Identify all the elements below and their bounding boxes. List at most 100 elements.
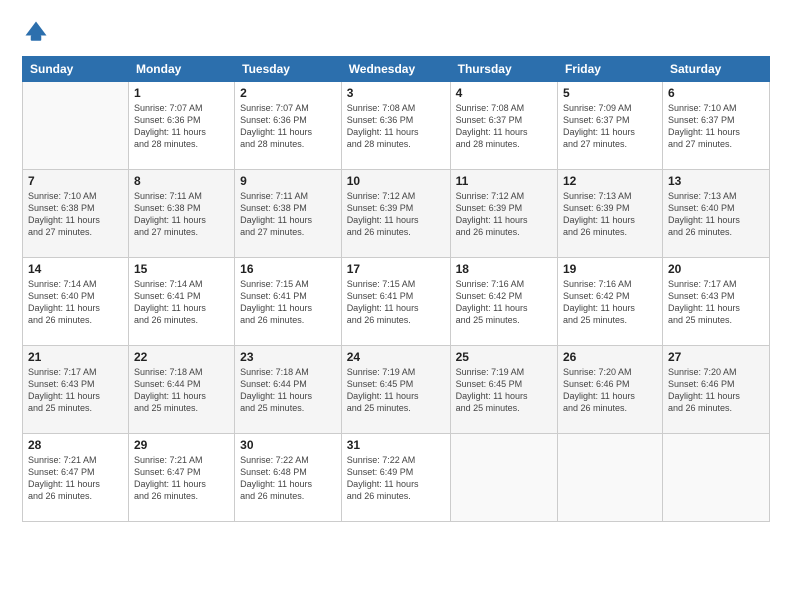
- day-number: 23: [240, 350, 336, 364]
- day-info: Sunrise: 7:22 AM Sunset: 6:49 PM Dayligh…: [347, 454, 445, 503]
- calendar-cell: 27 Sunrise: 7:20 AM Sunset: 6:46 PM Dayli…: [662, 346, 769, 434]
- calendar-cell: 2 Sunrise: 7:07 AM Sunset: 6:36 PM Daylig…: [235, 82, 342, 170]
- calendar-cell: 13 Sunrise: 7:13 AM Sunset: 6:40 PM Dayli…: [662, 170, 769, 258]
- day-info: Sunrise: 7:22 AM Sunset: 6:48 PM Dayligh…: [240, 454, 336, 503]
- calendar-cell: 24 Sunrise: 7:19 AM Sunset: 6:45 PM Dayli…: [341, 346, 450, 434]
- calendar-cell: 23 Sunrise: 7:18 AM Sunset: 6:44 PM Dayli…: [235, 346, 342, 434]
- calendar-header-tuesday: Tuesday: [235, 57, 342, 82]
- calendar-cell: 5Sunrise: 7:09 AM Sunset: 6:37 PM Daylig…: [557, 82, 662, 170]
- calendar-header-saturday: Saturday: [662, 57, 769, 82]
- day-number: 6: [668, 86, 764, 100]
- calendar-cell: 17 Sunrise: 7:15 AM Sunset: 6:41 PM Dayli…: [341, 258, 450, 346]
- day-number: 13: [668, 174, 764, 188]
- day-number: 16: [240, 262, 336, 276]
- day-info: Sunrise: 7:08 AM Sunset: 6:37 PM Dayligh…: [456, 102, 552, 151]
- calendar-cell: 18Sunrise: 7:16 AM Sunset: 6:42 PM Dayli…: [450, 258, 557, 346]
- day-number: 28: [28, 438, 123, 452]
- day-info: Sunrise: 7:12 AM Sunset: 6:39 PM Dayligh…: [456, 190, 552, 239]
- day-info: Sunrise: 7:20 AM Sunset: 6:46 PM Dayligh…: [668, 366, 764, 415]
- day-info: Sunrise: 7:20 AM Sunset: 6:46 PM Dayligh…: [563, 366, 657, 415]
- day-info: Sunrise: 7:11 AM Sunset: 6:38 PM Dayligh…: [134, 190, 229, 239]
- day-number: 24: [347, 350, 445, 364]
- calendar-header-row: SundayMondayTuesdayWednesdayThursdayFrid…: [23, 57, 770, 82]
- day-info: Sunrise: 7:16 AM Sunset: 6:42 PM Dayligh…: [456, 278, 552, 327]
- calendar-cell: 10 Sunrise: 7:12 AM Sunset: 6:39 PM Dayli…: [341, 170, 450, 258]
- calendar-cell: 8 Sunrise: 7:11 AM Sunset: 6:38 PM Daylig…: [128, 170, 234, 258]
- calendar-cell: 20 Sunrise: 7:17 AM Sunset: 6:43 PM Dayli…: [662, 258, 769, 346]
- calendar-cell: 26 Sunrise: 7:20 AM Sunset: 6:46 PM Dayli…: [557, 346, 662, 434]
- day-number: 7: [28, 174, 123, 188]
- calendar-cell: 14 Sunrise: 7:14 AM Sunset: 6:40 PM Dayli…: [23, 258, 129, 346]
- logo-icon: [22, 18, 50, 46]
- day-number: 20: [668, 262, 764, 276]
- day-number: 5: [563, 86, 657, 100]
- calendar-cell: 7 Sunrise: 7:10 AM Sunset: 6:38 PM Daylig…: [23, 170, 129, 258]
- calendar-cell: 31 Sunrise: 7:22 AM Sunset: 6:49 PM Dayli…: [341, 434, 450, 522]
- calendar-cell: 16 Sunrise: 7:15 AM Sunset: 6:41 PM Dayli…: [235, 258, 342, 346]
- day-number: 14: [28, 262, 123, 276]
- header: [22, 18, 770, 46]
- day-info: Sunrise: 7:14 AM Sunset: 6:40 PM Dayligh…: [28, 278, 123, 327]
- day-info: Sunrise: 7:19 AM Sunset: 6:45 PM Dayligh…: [456, 366, 552, 415]
- calendar-cell: [450, 434, 557, 522]
- day-info: Sunrise: 7:18 AM Sunset: 6:44 PM Dayligh…: [240, 366, 336, 415]
- calendar-week-row: 14 Sunrise: 7:14 AM Sunset: 6:40 PM Dayli…: [23, 258, 770, 346]
- day-number: 1: [134, 86, 229, 100]
- calendar-cell: 22Sunrise: 7:18 AM Sunset: 6:44 PM Dayli…: [128, 346, 234, 434]
- day-info: Sunrise: 7:16 AM Sunset: 6:42 PM Dayligh…: [563, 278, 657, 327]
- day-info: Sunrise: 7:12 AM Sunset: 6:39 PM Dayligh…: [347, 190, 445, 239]
- day-number: 27: [668, 350, 764, 364]
- day-number: 17: [347, 262, 445, 276]
- day-info: Sunrise: 7:13 AM Sunset: 6:40 PM Dayligh…: [668, 190, 764, 239]
- calendar-cell: 4 Sunrise: 7:08 AM Sunset: 6:37 PM Daylig…: [450, 82, 557, 170]
- calendar-cell: 9Sunrise: 7:11 AM Sunset: 6:38 PM Daylig…: [235, 170, 342, 258]
- calendar-cell: 6 Sunrise: 7:10 AM Sunset: 6:37 PM Daylig…: [662, 82, 769, 170]
- calendar-header-monday: Monday: [128, 57, 234, 82]
- calendar-cell: 11 Sunrise: 7:12 AM Sunset: 6:39 PM Dayli…: [450, 170, 557, 258]
- day-info: Sunrise: 7:21 AM Sunset: 6:47 PM Dayligh…: [28, 454, 123, 503]
- day-number: 9: [240, 174, 336, 188]
- calendar-week-row: 21Sunrise: 7:17 AM Sunset: 6:43 PM Dayli…: [23, 346, 770, 434]
- day-info: Sunrise: 7:08 AM Sunset: 6:36 PM Dayligh…: [347, 102, 445, 151]
- calendar-cell: 25 Sunrise: 7:19 AM Sunset: 6:45 PM Dayli…: [450, 346, 557, 434]
- calendar-cell: [23, 82, 129, 170]
- day-number: 11: [456, 174, 552, 188]
- calendar-cell: 1Sunrise: 7:07 AM Sunset: 6:36 PM Daylig…: [128, 82, 234, 170]
- day-info: Sunrise: 7:21 AM Sunset: 6:47 PM Dayligh…: [134, 454, 229, 503]
- calendar-cell: [662, 434, 769, 522]
- day-info: Sunrise: 7:19 AM Sunset: 6:45 PM Dayligh…: [347, 366, 445, 415]
- calendar-cell: [557, 434, 662, 522]
- day-info: Sunrise: 7:10 AM Sunset: 6:38 PM Dayligh…: [28, 190, 123, 239]
- day-info: Sunrise: 7:17 AM Sunset: 6:43 PM Dayligh…: [668, 278, 764, 327]
- day-info: Sunrise: 7:10 AM Sunset: 6:37 PM Dayligh…: [668, 102, 764, 151]
- day-number: 2: [240, 86, 336, 100]
- day-info: Sunrise: 7:15 AM Sunset: 6:41 PM Dayligh…: [240, 278, 336, 327]
- day-number: 15: [134, 262, 229, 276]
- calendar-header-wednesday: Wednesday: [341, 57, 450, 82]
- calendar-header-sunday: Sunday: [23, 57, 129, 82]
- calendar-week-row: 28 Sunrise: 7:21 AM Sunset: 6:47 PM Dayli…: [23, 434, 770, 522]
- calendar-header-friday: Friday: [557, 57, 662, 82]
- day-number: 22: [134, 350, 229, 364]
- calendar-cell: 15 Sunrise: 7:14 AM Sunset: 6:41 PM Dayli…: [128, 258, 234, 346]
- day-number: 25: [456, 350, 552, 364]
- day-number: 8: [134, 174, 229, 188]
- calendar-cell: 19Sunrise: 7:16 AM Sunset: 6:42 PM Dayli…: [557, 258, 662, 346]
- calendar-cell: 28 Sunrise: 7:21 AM Sunset: 6:47 PM Dayli…: [23, 434, 129, 522]
- calendar-week-row: 7 Sunrise: 7:10 AM Sunset: 6:38 PM Daylig…: [23, 170, 770, 258]
- calendar-cell: 3 Sunrise: 7:08 AM Sunset: 6:36 PM Daylig…: [341, 82, 450, 170]
- calendar-cell: 12Sunrise: 7:13 AM Sunset: 6:39 PM Dayli…: [557, 170, 662, 258]
- day-number: 10: [347, 174, 445, 188]
- day-info: Sunrise: 7:14 AM Sunset: 6:41 PM Dayligh…: [134, 278, 229, 327]
- day-info: Sunrise: 7:13 AM Sunset: 6:39 PM Dayligh…: [563, 190, 657, 239]
- day-number: 4: [456, 86, 552, 100]
- day-number: 26: [563, 350, 657, 364]
- day-number: 3: [347, 86, 445, 100]
- calendar-header-thursday: Thursday: [450, 57, 557, 82]
- day-info: Sunrise: 7:07 AM Sunset: 6:36 PM Dayligh…: [240, 102, 336, 151]
- calendar: SundayMondayTuesdayWednesdayThursdayFrid…: [22, 56, 770, 522]
- logo: [22, 18, 54, 46]
- day-info: Sunrise: 7:15 AM Sunset: 6:41 PM Dayligh…: [347, 278, 445, 327]
- day-number: 21: [28, 350, 123, 364]
- day-number: 31: [347, 438, 445, 452]
